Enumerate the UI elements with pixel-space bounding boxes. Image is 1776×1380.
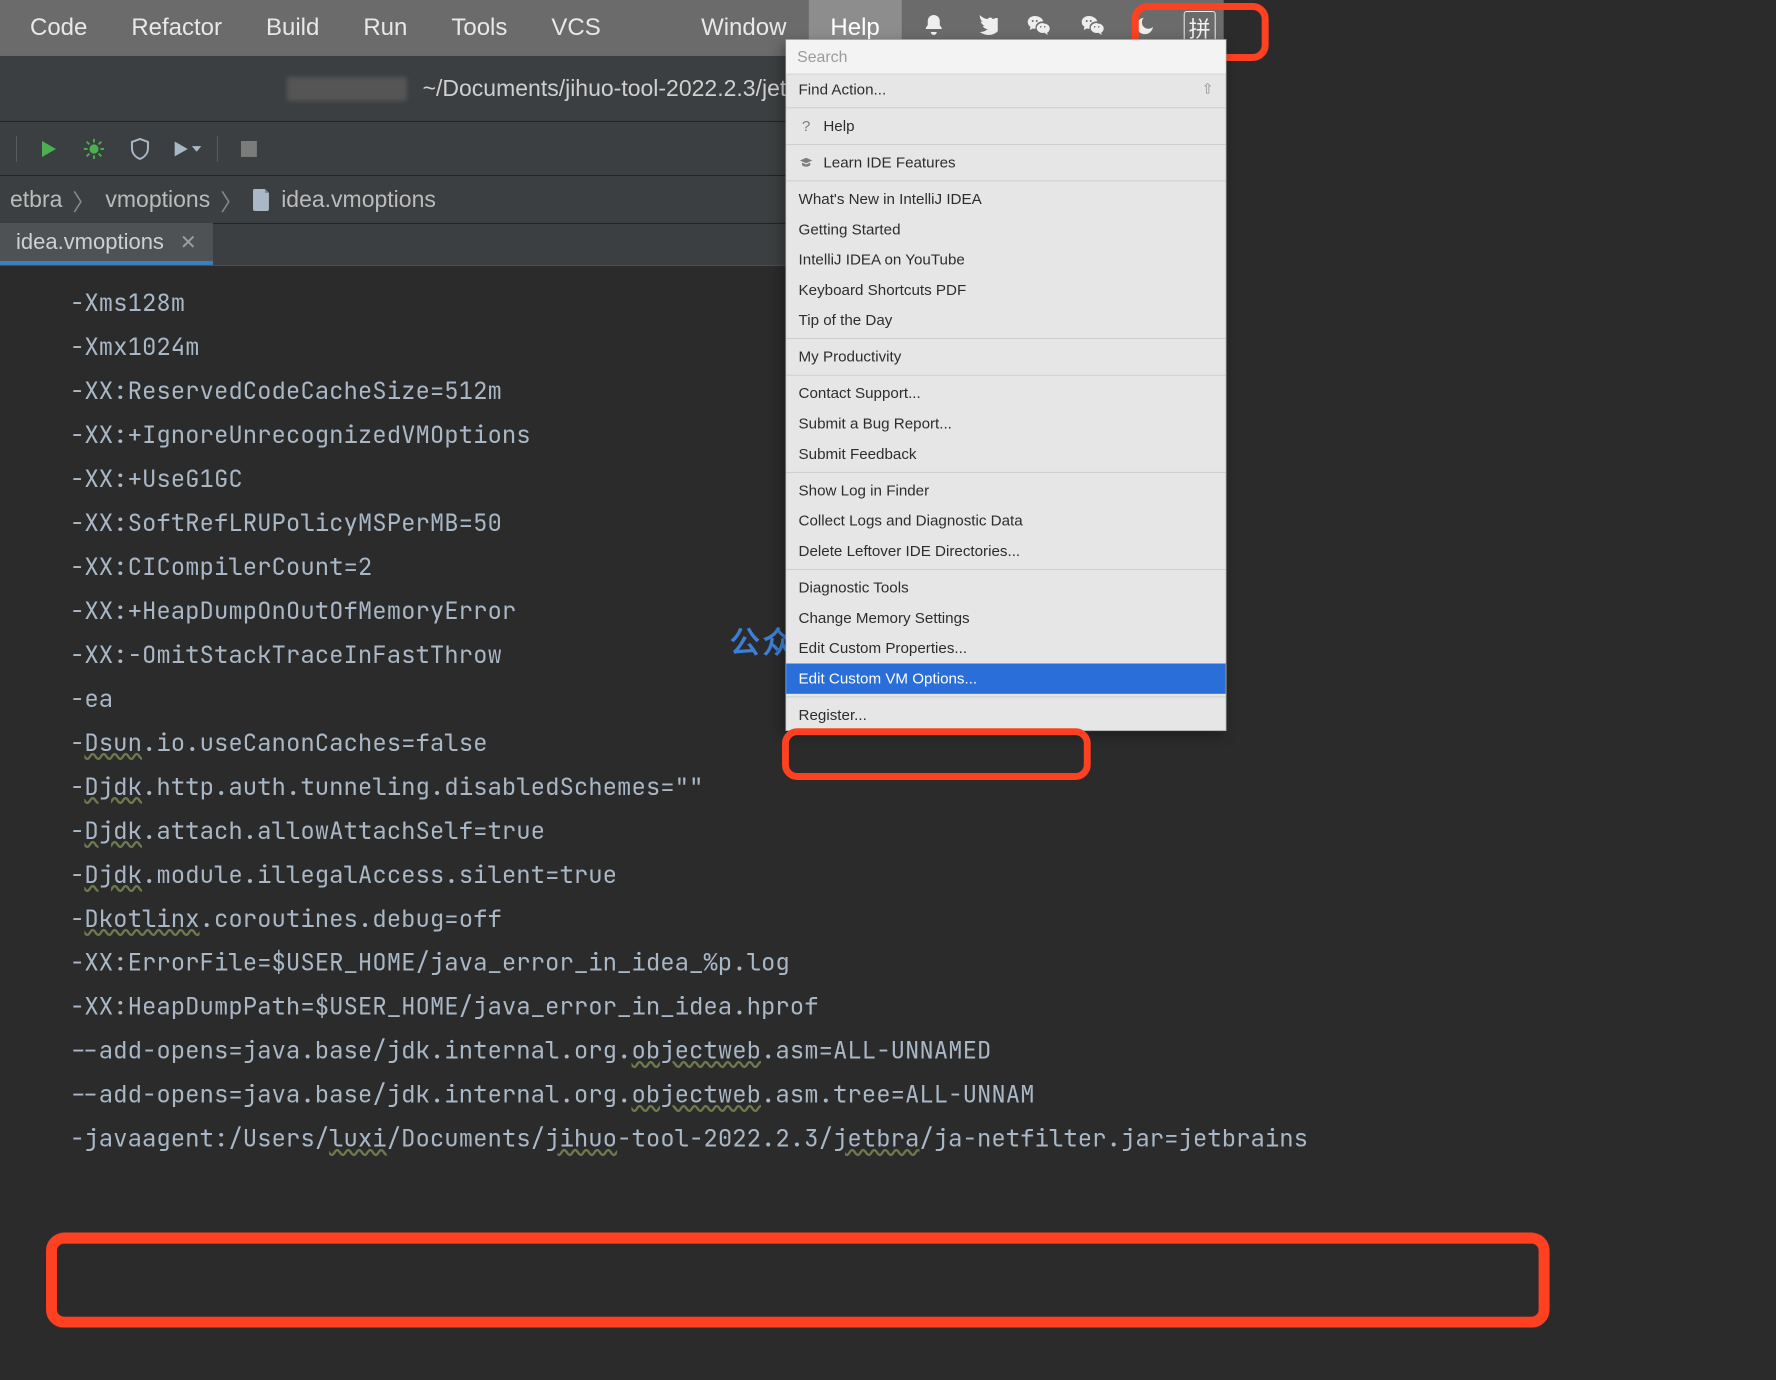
menu-label: Diagnostic Tools	[799, 578, 909, 596]
menu-label: Register...	[799, 706, 867, 724]
menu-show-log[interactable]: Show Log in Finder	[786, 475, 1226, 505]
menu-label: Learn IDE Features	[823, 153, 955, 171]
menu-label: Help	[823, 117, 854, 135]
debug-button[interactable]	[79, 133, 109, 163]
file-icon	[253, 188, 271, 210]
menu-collect-logs[interactable]: Collect Logs and Diagnostic Data	[786, 506, 1226, 536]
menu-refactor[interactable]: Refactor	[109, 0, 244, 56]
code-line: -XX:HeapDumpPath=$USER_HOME/java_error_i…	[70, 986, 1224, 1030]
menu-label: Delete Leftover IDE Directories...	[799, 542, 1021, 560]
menu-youtube[interactable]: IntelliJ IDEA on YouTube	[786, 245, 1226, 275]
menu-label: Change Memory Settings	[799, 609, 970, 627]
menu-diagnostic-tools[interactable]: Diagnostic Tools	[786, 573, 1226, 603]
menu-tools[interactable]: Tools	[429, 0, 529, 56]
menu-register[interactable]: Register...	[786, 700, 1226, 730]
crumb-vmoptions[interactable]: vmoptions	[105, 186, 210, 213]
menu-label: Find Action...	[799, 80, 887, 98]
menu-label: IntelliJ IDEA on YouTube	[799, 250, 965, 268]
run-button[interactable]	[33, 133, 63, 163]
menu-run[interactable]: Run	[341, 0, 429, 56]
menu-code[interactable]: Code	[8, 0, 109, 56]
menu-tip-of-day[interactable]: Tip of the Day	[786, 305, 1226, 335]
menu-build[interactable]: Build	[244, 0, 341, 56]
menu-label: Show Log in Finder	[799, 481, 930, 499]
menu-change-memory[interactable]: Change Memory Settings	[786, 603, 1226, 633]
tab-idea-vmoptions[interactable]: idea.vmoptions ✕	[0, 223, 213, 265]
code-line: -Djdk.attach.allowAttachSelf=true	[70, 810, 1224, 854]
chevron-right-icon: 〉	[220, 182, 243, 216]
menu-learn-ide[interactable]: Learn IDE Features	[786, 147, 1226, 177]
menu-find-action[interactable]: Find Action... ⇧	[786, 74, 1226, 104]
menu-edit-custom-vm-options[interactable]: Edit Custom VM Options...	[786, 664, 1226, 694]
menu-label: Edit Custom VM Options...	[799, 669, 978, 687]
menu-label: Keyboard Shortcuts PDF	[799, 281, 967, 299]
coverage-button[interactable]	[125, 133, 155, 163]
menu-label: My Productivity	[799, 348, 902, 366]
crumb-etbra[interactable]: etbra	[10, 186, 62, 213]
menu-edit-custom-properties[interactable]: Edit Custom Properties...	[786, 633, 1226, 663]
crumb-file[interactable]: idea.vmoptions	[281, 186, 436, 213]
menu-delete-leftover[interactable]: Delete Leftover IDE Directories...	[786, 536, 1226, 566]
blurred-content	[287, 76, 407, 100]
menu-shortcuts-pdf[interactable]: Keyboard Shortcuts PDF	[786, 275, 1226, 305]
code-line: -Djdk.module.illegalAccess.silent=true	[70, 854, 1224, 898]
menu-label: Collect Logs and Diagnostic Data	[799, 512, 1023, 530]
chevron-right-icon: 〉	[72, 182, 95, 216]
code-line: -XX:ErrorFile=$USER_HOME/java_error_in_i…	[70, 942, 1224, 986]
menu-label: Getting Started	[799, 220, 901, 238]
code-line: --add-opens=java.base/jdk.internal.org.o…	[70, 1030, 1224, 1074]
profile-button[interactable]	[171, 133, 201, 163]
code-line: -Djdk.http.auth.tunneling.disabledScheme…	[70, 766, 1224, 810]
menu-getting-started[interactable]: Getting Started	[786, 214, 1226, 244]
menu-label: Submit Feedback	[799, 445, 917, 463]
menu-my-productivity[interactable]: My Productivity	[786, 342, 1226, 372]
menu-label: What's New in IntelliJ IDEA	[799, 190, 982, 208]
menu-label: Submit a Bug Report...	[799, 414, 952, 432]
help-menu-panel: Find Action... ⇧ ? Help Learn IDE Featur…	[785, 39, 1226, 731]
stop-button[interactable]	[234, 133, 264, 163]
code-line: -Dkotlinx.coroutines.debug=off	[70, 898, 1224, 942]
keyboard-shortcut: ⇧	[1202, 81, 1214, 98]
menu-vcs[interactable]: VCS	[529, 0, 622, 56]
close-icon[interactable]: ✕	[180, 229, 197, 254]
menu-label: Contact Support...	[799, 384, 921, 402]
menu-whats-new[interactable]: What's New in IntelliJ IDEA	[786, 184, 1226, 214]
menu-label: Tip of the Day	[799, 311, 893, 329]
code-line: --add-opens=java.base/jdk.internal.org.o…	[70, 1074, 1224, 1118]
graduation-cap-icon	[799, 155, 814, 170]
menu-label: Edit Custom Properties...	[799, 639, 967, 657]
question-icon: ?	[799, 118, 814, 133]
tab-label: idea.vmoptions	[16, 229, 164, 255]
menu-contact-support[interactable]: Contact Support...	[786, 378, 1226, 408]
help-search-input[interactable]	[786, 40, 1226, 74]
menu-submit-bug[interactable]: Submit a Bug Report...	[786, 409, 1226, 439]
code-line: -javaagent:/Users/luxi/Documents/jihuo-t…	[70, 1118, 1224, 1162]
menu-submit-feedback[interactable]: Submit Feedback	[786, 439, 1226, 469]
menu-help-item[interactable]: ? Help	[786, 111, 1226, 141]
